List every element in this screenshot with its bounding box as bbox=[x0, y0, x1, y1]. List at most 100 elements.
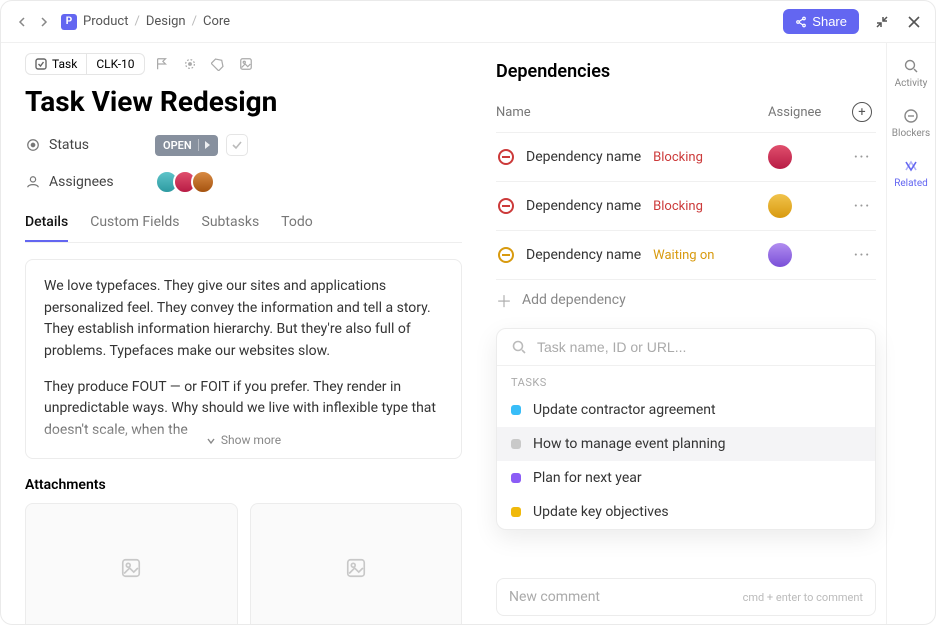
rail-related[interactable]: Related bbox=[894, 157, 928, 189]
folder-icon: P bbox=[61, 14, 77, 30]
row-menu-button[interactable]: ··· bbox=[848, 196, 876, 217]
task-search-input[interactable] bbox=[537, 339, 861, 355]
dependency-row[interactable]: Dependency name Blocking ··· bbox=[496, 132, 876, 181]
tab-subtasks[interactable]: Subtasks bbox=[202, 208, 260, 242]
task-pill-row: Task CLK-10 bbox=[25, 53, 462, 75]
search-result-label: Update contractor agreement bbox=[533, 402, 716, 418]
search-result-label: Update key objectives bbox=[533, 504, 669, 520]
tab-custom-fields[interactable]: Custom Fields bbox=[90, 208, 179, 242]
search-icon bbox=[902, 57, 920, 75]
status-swatch bbox=[511, 507, 521, 517]
tag-icon[interactable] bbox=[207, 53, 229, 75]
complete-checkbox[interactable] bbox=[226, 134, 248, 156]
status-swatch bbox=[511, 473, 521, 483]
comment-placeholder: New comment bbox=[509, 589, 600, 605]
dependency-status: Waiting on bbox=[653, 248, 714, 263]
task-type-seg: Task bbox=[26, 54, 86, 74]
description-card: We love typefaces. They give our sites a… bbox=[25, 259, 462, 459]
plus-icon: ＋ bbox=[496, 292, 512, 308]
status-icon bbox=[25, 137, 41, 153]
search-result[interactable]: How to manage event planning bbox=[497, 427, 875, 461]
rail-blockers[interactable]: Blockers bbox=[892, 107, 930, 139]
breadcrumb: P Product / Design / Core bbox=[61, 14, 775, 30]
rail-activity[interactable]: Activity bbox=[895, 57, 928, 89]
status-label: Status bbox=[49, 137, 89, 153]
col-name: Name bbox=[496, 105, 768, 120]
task-panel: Task CLK-10 Task View Redesign Status OP… bbox=[1, 43, 486, 624]
status-chip[interactable]: OPEN bbox=[155, 135, 218, 156]
side-rail: Activity Blockers Related bbox=[887, 43, 935, 624]
show-more-button[interactable]: Show more bbox=[206, 431, 281, 450]
search-heading: TASKS bbox=[497, 366, 875, 393]
nav-back-button[interactable] bbox=[13, 13, 31, 31]
rail-label: Related bbox=[894, 178, 928, 189]
person-icon bbox=[25, 174, 41, 190]
avatar bbox=[768, 243, 792, 267]
search-result[interactable]: Update contractor agreement bbox=[497, 393, 875, 427]
attachment-card[interactable] bbox=[25, 503, 238, 624]
status-swatch bbox=[511, 405, 521, 415]
description-p1: We love typefaces. They give our sites a… bbox=[44, 276, 443, 363]
header: P Product / Design / Core Share bbox=[1, 1, 935, 43]
search-result-label: Plan for next year bbox=[533, 470, 642, 486]
status-play-icon bbox=[205, 141, 210, 149]
comment-hint: cmd + enter to comment bbox=[743, 591, 863, 604]
show-more-label: Show more bbox=[221, 431, 281, 450]
sprint-icon[interactable] bbox=[179, 53, 201, 75]
status-row: Status OPEN bbox=[25, 134, 462, 156]
assignees-row: Assignees bbox=[25, 170, 462, 194]
attachments-title: Attachments bbox=[25, 477, 462, 493]
related-icon bbox=[902, 157, 920, 175]
task-search-popover: TASKS Update contractor agreement How to… bbox=[496, 328, 876, 530]
tabs: Details Custom Fields Subtasks Todo bbox=[25, 208, 462, 243]
search-result[interactable]: Plan for next year bbox=[497, 461, 875, 495]
task-pill[interactable]: Task CLK-10 bbox=[25, 53, 145, 75]
tab-todo[interactable]: Todo bbox=[281, 208, 313, 242]
avatar bbox=[768, 194, 792, 218]
task-id-seg: CLK-10 bbox=[86, 54, 143, 74]
dependencies-panel: Dependencies Name Assignee + Dependency … bbox=[486, 43, 887, 624]
close-icon[interactable] bbox=[905, 13, 923, 31]
tab-details[interactable]: Details bbox=[25, 208, 68, 242]
row-menu-button[interactable]: ··· bbox=[848, 245, 876, 266]
blockers-icon bbox=[902, 107, 920, 125]
task-type-label: Task bbox=[52, 57, 77, 71]
col-assignee: Assignee bbox=[768, 105, 848, 120]
breadcrumb-sep: / bbox=[192, 14, 197, 29]
nav-arrows bbox=[13, 13, 53, 31]
attachments-row bbox=[25, 503, 462, 624]
add-dependency-button[interactable]: ＋ Add dependency bbox=[496, 279, 876, 320]
dependency-row[interactable]: Dependency name Blocking ··· bbox=[496, 181, 876, 230]
dependencies-title: Dependencies bbox=[496, 61, 876, 82]
assignee-avatars[interactable] bbox=[155, 170, 215, 194]
share-button[interactable]: Share bbox=[783, 9, 859, 34]
dependency-name: Dependency name bbox=[526, 149, 641, 165]
dependency-row[interactable]: Dependency name Waiting on ··· bbox=[496, 230, 876, 279]
breadcrumb-sep: / bbox=[134, 14, 139, 29]
comment-input[interactable]: New comment cmd + enter to comment bbox=[496, 578, 876, 616]
status-swatch bbox=[511, 439, 521, 449]
search-result[interactable]: Update key objectives bbox=[497, 495, 875, 529]
flag-icon[interactable] bbox=[151, 53, 173, 75]
share-label: Share bbox=[812, 14, 847, 29]
rail-label: Activity bbox=[895, 78, 928, 89]
blocking-icon bbox=[496, 196, 516, 216]
avatar bbox=[768, 145, 792, 169]
waiting-icon bbox=[496, 245, 516, 265]
blocking-icon bbox=[496, 147, 516, 167]
row-menu-button[interactable]: ··· bbox=[848, 147, 876, 168]
search-result-label: How to manage event planning bbox=[533, 436, 725, 452]
crumb-2[interactable]: Core bbox=[203, 14, 230, 29]
crumb-1[interactable]: Design bbox=[146, 14, 186, 29]
attachment-card[interactable] bbox=[250, 503, 463, 624]
dependency-status: Blocking bbox=[653, 199, 703, 214]
add-dependency-icon[interactable]: + bbox=[852, 102, 872, 122]
search-icon bbox=[511, 339, 527, 355]
collapse-icon[interactable] bbox=[873, 13, 891, 31]
rail-label: Blockers bbox=[892, 128, 930, 139]
nav-forward-button[interactable] bbox=[35, 13, 53, 31]
crumb-0[interactable]: Product bbox=[83, 14, 128, 29]
task-title: Task View Redesign bbox=[25, 85, 462, 118]
image-icon[interactable] bbox=[235, 53, 257, 75]
dependency-status: Blocking bbox=[653, 150, 703, 165]
